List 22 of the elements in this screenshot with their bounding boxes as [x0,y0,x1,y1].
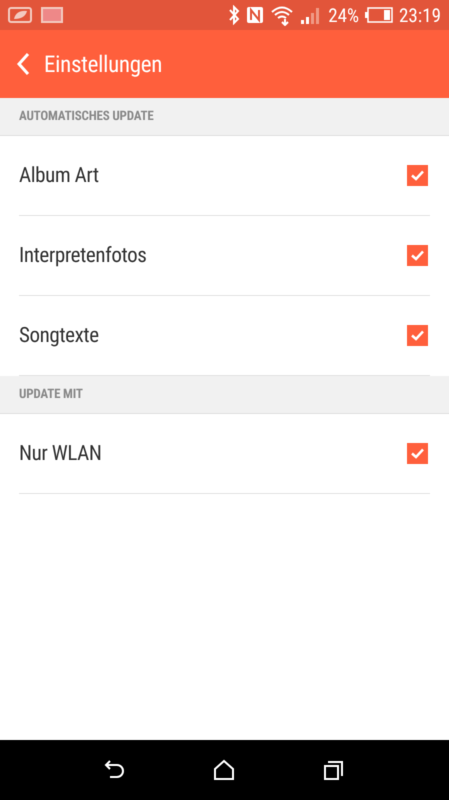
checkbox[interactable] [407,245,428,266]
section-title: AUTOMATISCHES UPDATE [19,109,154,124]
checkbox[interactable] [407,443,428,464]
nfc-icon [246,6,264,24]
section-title: UPDATE MIT [19,387,83,402]
image-icon [40,6,64,24]
setting-label: Interpretenfotos [19,244,146,268]
setting-label: Songtexte [19,324,99,348]
checkbox[interactable] [407,165,428,186]
setting-label: Album Art [19,164,99,188]
home-icon[interactable] [213,759,236,781]
wifi-icon [270,4,294,26]
checkbox[interactable] [407,325,428,346]
recent-apps-icon[interactable] [323,759,346,781]
leaf-icon [8,6,34,24]
back-icon[interactable] [104,760,126,780]
setting-label: Nur WLAN [19,442,102,466]
screen-title: Einstellungen [44,50,162,78]
battery-percent: 24% [328,4,360,26]
battery-icon [365,7,394,23]
clock: 23:19 [399,4,441,26]
bluetooth-icon [228,5,240,25]
